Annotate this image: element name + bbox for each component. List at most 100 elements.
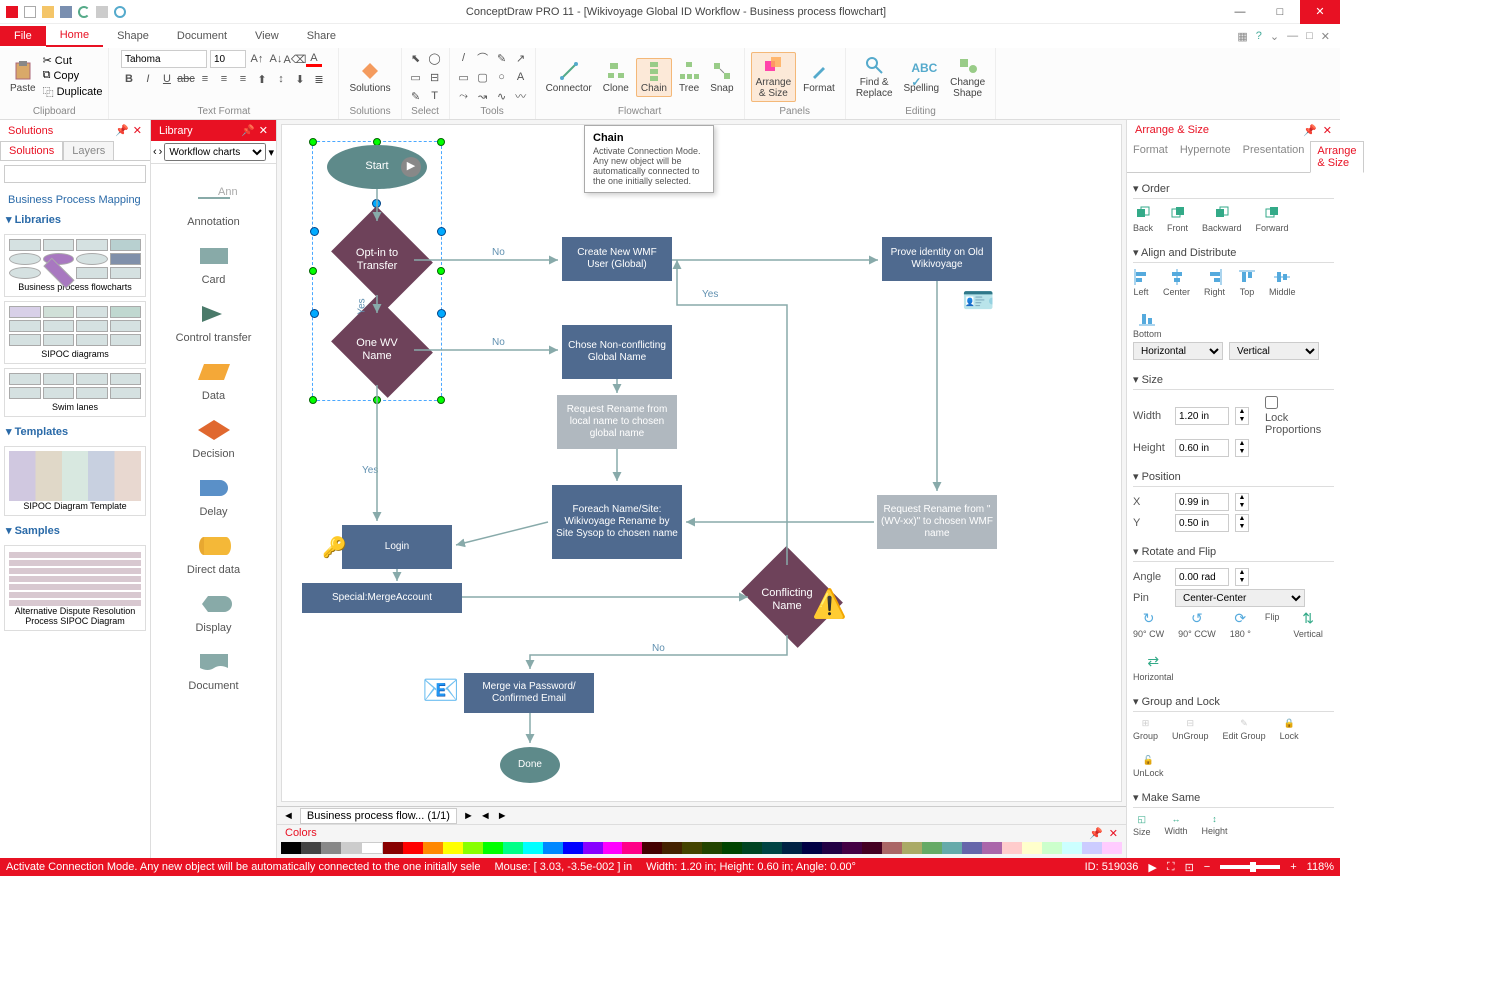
select-all-icon[interactable]: ▭ xyxy=(408,69,424,85)
shape-decision[interactable]: Decision xyxy=(157,416,270,460)
ungroup-btn[interactable]: ⊟UnGroup xyxy=(1172,718,1209,741)
align-left[interactable]: Left xyxy=(1133,269,1149,297)
mdi-min-icon[interactable]: — xyxy=(1287,30,1298,43)
same-width[interactable]: ↔Width xyxy=(1165,814,1188,837)
solutions-button[interactable]: Solutions xyxy=(345,59,394,96)
tab-format[interactable]: Format xyxy=(1127,141,1174,172)
tree-samples-hdr[interactable]: ▾ Samples xyxy=(4,520,146,541)
tab-home[interactable]: Home xyxy=(46,25,103,47)
tab-solutions[interactable]: Solutions xyxy=(0,141,63,160)
chain-button[interactable]: Chain xyxy=(636,58,672,97)
node-chose[interactable]: Chose Non-conflicting Global Name xyxy=(562,325,672,379)
node-foreach[interactable]: Foreach Name/Site: Wikivoyage Rename by … xyxy=(552,485,682,559)
lib-thumb-bpf[interactable]: Business process flowcharts xyxy=(4,234,146,297)
align-right[interactable]: Right xyxy=(1204,269,1225,297)
rect-tool-icon[interactable]: ▭ xyxy=(456,69,472,85)
duplicate-button[interactable]: ⿻Duplicate xyxy=(43,84,103,100)
align-left-icon[interactable]: ≡ xyxy=(197,71,213,87)
line-tool-icon[interactable]: / xyxy=(456,50,472,66)
lib-thumb-sipoc[interactable]: SIPOC diagrams xyxy=(4,301,146,364)
close-button[interactable]: ✕ xyxy=(1300,0,1340,24)
sec-size[interactable]: ▾ Size xyxy=(1133,370,1334,390)
flip-horizontal[interactable]: ⇄Horizontal xyxy=(1133,653,1174,682)
arrow-tool-icon[interactable]: ↗ xyxy=(513,50,529,66)
italic-icon[interactable]: I xyxy=(140,71,156,87)
align-right-icon[interactable]: ≡ xyxy=(235,71,251,87)
paste-button[interactable]: Paste xyxy=(6,59,40,96)
tab-shape[interactable]: Shape xyxy=(103,26,163,46)
rotate-ccw[interactable]: ↺90° CCW xyxy=(1178,610,1216,639)
shrink-font-icon[interactable]: A↓ xyxy=(268,51,284,67)
x-spinner[interactable]: ▲▼ xyxy=(1235,493,1249,511)
zoom-out-icon[interactable]: − xyxy=(1204,861,1210,873)
order-front[interactable]: Front xyxy=(1167,205,1188,233)
conn-tool-icon[interactable]: ⤳ xyxy=(456,88,472,104)
sec-order[interactable]: ▾ Order xyxy=(1133,179,1334,199)
unlock-btn[interactable]: 🔓UnLock xyxy=(1133,755,1164,778)
mdi-close-icon[interactable]: ✕ xyxy=(1321,30,1330,43)
new-icon[interactable] xyxy=(24,6,36,18)
node-merge[interactable]: Merge via Password/ Confirmed Email xyxy=(464,673,594,713)
order-forward[interactable]: Forward xyxy=(1256,205,1289,233)
tab-hypernote[interactable]: Hypernote xyxy=(1174,141,1237,172)
shape-control-transfer[interactable]: Control transfer xyxy=(157,300,270,344)
tab-scroll-icon[interactable]: ◄ xyxy=(480,810,491,822)
node-login[interactable]: Login xyxy=(342,525,452,569)
align-center-icon[interactable]: ≡ xyxy=(216,71,232,87)
shape-annotation[interactable]: AnnotationAnnotation xyxy=(157,184,270,228)
find-replace-button[interactable]: Find & Replace xyxy=(852,53,897,101)
open-icon[interactable] xyxy=(42,6,54,18)
flip-vertical[interactable]: ⇅Vertical xyxy=(1293,610,1323,639)
sec-position[interactable]: ▾ Position xyxy=(1133,467,1334,487)
text-tool-icon[interactable]: A xyxy=(513,69,529,85)
spline-tool-icon[interactable]: ∿ xyxy=(494,88,510,104)
handle[interactable] xyxy=(437,227,446,236)
color-swatches[interactable] xyxy=(277,842,1126,856)
lasso-icon[interactable]: ◯ xyxy=(427,50,443,66)
node-special[interactable]: Special:MergeAccount xyxy=(302,583,462,613)
node-prove[interactable]: Prove identity on Old Wikivoyage xyxy=(882,237,992,281)
sec-rotate[interactable]: ▾ Rotate and Flip xyxy=(1133,542,1334,562)
pin-icon[interactable]: 📌 xyxy=(1089,827,1103,840)
tab-presentation[interactable]: Presentation xyxy=(1237,141,1311,172)
sec-make-same[interactable]: ▾ Make Same xyxy=(1133,788,1334,808)
handle[interactable] xyxy=(437,309,446,318)
valign-top-icon[interactable]: ⬆ xyxy=(254,71,270,87)
connector-button[interactable]: Connector xyxy=(542,59,596,96)
same-height[interactable]: ↕Height xyxy=(1202,814,1228,837)
fullscreen-icon[interactable]: ⛶ xyxy=(1167,861,1175,874)
align-middle[interactable]: Middle xyxy=(1269,269,1296,297)
tree-bpm[interactable]: Business Process Mapping xyxy=(4,191,146,209)
sec-group[interactable]: ▾ Group and Lock xyxy=(1133,692,1334,712)
help-icon[interactable]: ? xyxy=(1256,30,1262,43)
x-input[interactable] xyxy=(1175,493,1229,511)
tab-file[interactable]: File xyxy=(0,26,46,46)
ellipse-tool-icon[interactable]: ○ xyxy=(494,69,510,85)
strike-icon[interactable]: abc xyxy=(178,71,194,87)
underline-icon[interactable]: U xyxy=(159,71,175,87)
lib-thumb-swim[interactable]: Swim lanes xyxy=(4,368,146,417)
node-rename1[interactable]: Request Rename from local name to chosen… xyxy=(557,395,677,449)
height-input[interactable] xyxy=(1175,439,1229,457)
handle[interactable] xyxy=(310,309,319,318)
dist-vert[interactable]: Vertical xyxy=(1229,342,1319,360)
collapse-ribbon-icon[interactable]: ⌄ xyxy=(1270,30,1279,43)
library-body[interactable]: AnnotationAnnotation Card Control transf… xyxy=(151,164,276,858)
line-spacing-icon[interactable]: ≣ xyxy=(311,71,327,87)
order-backward[interactable]: Backward xyxy=(1202,205,1242,233)
size-select[interactable] xyxy=(210,50,246,68)
undo-icon[interactable] xyxy=(78,6,90,18)
canvas[interactable]: Start▶ Opt-in to Transfer One WV Name Cr… xyxy=(281,124,1122,802)
align-top[interactable]: Top xyxy=(1239,269,1255,297)
align-bottom[interactable]: Bottom xyxy=(1133,311,1162,339)
order-back[interactable]: Back xyxy=(1133,205,1153,233)
align-center[interactable]: Center xyxy=(1163,269,1190,297)
shape-data[interactable]: Data xyxy=(157,358,270,402)
bezier-tool-icon[interactable]: 〰 xyxy=(513,88,529,104)
shape-card[interactable]: Card xyxy=(157,242,270,286)
rrect-tool-icon[interactable]: ▢ xyxy=(475,69,491,85)
tab-prev-icon[interactable]: ◄ xyxy=(283,810,294,822)
tree-libraries-hdr[interactable]: ▾ Libraries xyxy=(4,209,146,230)
rotate-cw[interactable]: ↻90° CW xyxy=(1133,610,1164,639)
shape-document[interactable]: Document xyxy=(157,648,270,692)
